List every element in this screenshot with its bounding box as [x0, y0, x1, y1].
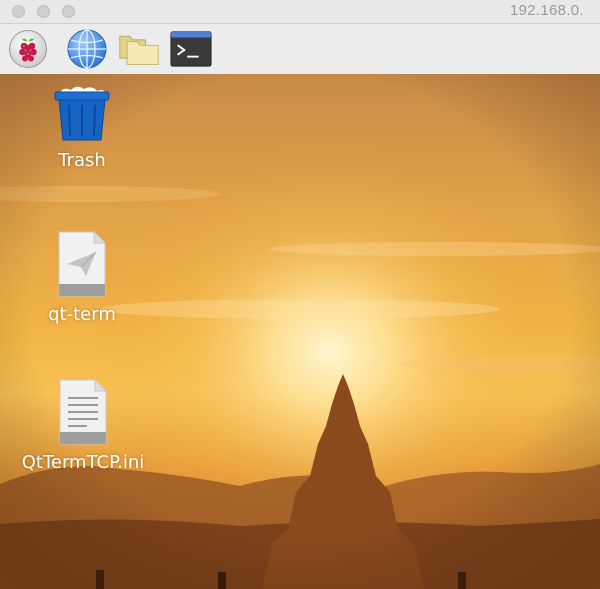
- close-window-button[interactable]: [12, 5, 25, 18]
- desktop-icon-trash[interactable]: Trash: [12, 82, 152, 171]
- executable-file-icon: [58, 231, 106, 297]
- qt-term-label: qt-term: [48, 304, 116, 325]
- desktop[interactable]: Trash qt-term QtTermTCP.ini: [0, 74, 600, 589]
- trash-icon: [54, 86, 110, 141]
- globe-icon: [67, 29, 107, 69]
- raspberry-icon: [9, 30, 47, 68]
- terminal-icon: [170, 31, 212, 67]
- text-file-icon: [59, 379, 107, 445]
- raspberry-menu-button[interactable]: [7, 29, 49, 69]
- taskbar: [0, 24, 600, 74]
- minimize-window-button[interactable]: [37, 5, 50, 18]
- web-browser-button[interactable]: [66, 29, 108, 69]
- desktop-icon-qttermtcp-ini[interactable]: QtTermTCP.ini: [13, 378, 153, 473]
- folder-icon: [119, 35, 159, 65]
- trash-label: Trash: [58, 150, 106, 171]
- terminal-button[interactable]: [170, 29, 212, 69]
- window-title: 192.168.0.: [510, 2, 584, 19]
- qttermtcp-ini-label: QtTermTCP.ini: [21, 452, 145, 473]
- desktop-icon-qt-term[interactable]: qt-term: [12, 230, 152, 325]
- zoom-window-button[interactable]: [62, 5, 75, 18]
- window-titlebar: 192.168.0.: [0, 0, 600, 28]
- file-manager-button[interactable]: [118, 29, 160, 69]
